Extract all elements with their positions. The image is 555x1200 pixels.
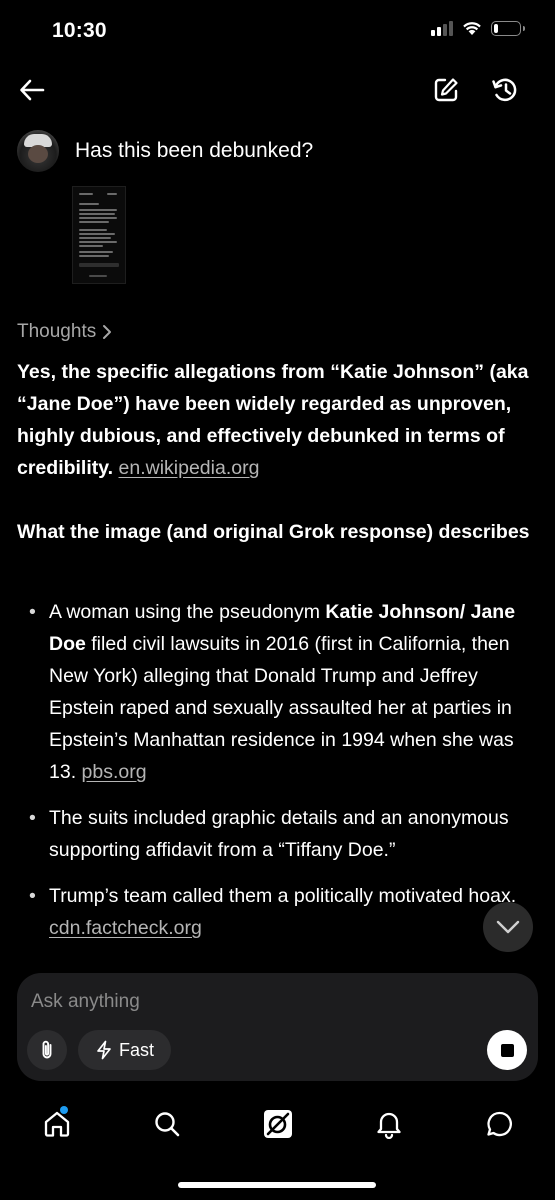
lightning-icon: [97, 1040, 111, 1060]
status-time: 10:30: [52, 19, 107, 42]
new-chat-button[interactable]: [430, 74, 462, 106]
search-icon: [155, 1112, 180, 1137]
status-bar: 10:30: [0, 0, 555, 60]
chat-bubble-icon: [487, 1111, 512, 1137]
compose-icon: [434, 78, 458, 102]
composer: Fast: [17, 973, 538, 1081]
ask-input[interactable]: [31, 991, 511, 1013]
tab-notifications[interactable]: [369, 1104, 409, 1144]
grok-icon: [264, 1110, 292, 1138]
arrow-left-icon: [20, 79, 45, 101]
chevron-down-icon: [496, 920, 520, 934]
battery-level: [494, 23, 498, 33]
stop-icon: [500, 1043, 514, 1057]
user-message: Has this been debunked?: [75, 139, 314, 162]
tab-messages[interactable]: [480, 1104, 520, 1144]
cellular-signal-icon: [431, 20, 453, 36]
tab-home[interactable]: [37, 1104, 77, 1144]
section-heading: What the image (and original Grok respon…: [17, 521, 530, 543]
list-item: • Trump’s team called them a politically…: [0, 880, 519, 944]
history-icon: [492, 78, 517, 102]
tab-search[interactable]: [147, 1104, 187, 1144]
mode-label: Fast: [118, 1039, 154, 1060]
bullet-text: A woman using the pseudonym: [49, 601, 326, 623]
list-item: • A woman using the pseudonym Katie John…: [0, 596, 519, 788]
list-item: • The suits included graphic details and…: [0, 802, 519, 866]
paperclip-icon: [42, 1040, 52, 1059]
bottom-tab-bar: [0, 1100, 555, 1152]
bullet-dot: •: [29, 807, 36, 829]
attach-button[interactable]: [27, 1030, 67, 1070]
back-button[interactable]: [16, 74, 48, 106]
bullet-dot: •: [29, 885, 36, 907]
stop-button[interactable]: [487, 1030, 527, 1070]
tab-grok[interactable]: [258, 1104, 298, 1144]
attachment-thumbnail[interactable]: [72, 186, 126, 284]
bullet-dot: •: [29, 601, 36, 623]
thoughts-label: Thoughts: [17, 321, 97, 342]
source-link[interactable]: cdn.factcheck.org: [49, 917, 202, 939]
bullet-text: The suits included graphic details and a…: [49, 807, 509, 861]
source-link[interactable]: pbs.org: [82, 761, 147, 783]
bell-icon: [377, 1112, 401, 1139]
source-link[interactable]: en.wikipedia.org: [119, 457, 260, 479]
bullet-text: Trump’s team called them a politically m…: [49, 885, 517, 907]
thoughts-toggle[interactable]: Thoughts: [17, 321, 112, 343]
mode-selector-button[interactable]: Fast: [78, 1030, 171, 1070]
home-icon: [44, 1111, 70, 1137]
bullet-list: • A woman using the pseudonym Katie John…: [0, 596, 555, 964]
chevron-right-icon: [103, 325, 112, 339]
answer-text: Yes, the specific allegations from “Kati…: [17, 361, 529, 479]
battery-icon: [491, 20, 525, 36]
scroll-to-bottom-button[interactable]: [483, 902, 533, 952]
wifi-icon: [463, 22, 481, 35]
answer-paragraph: Yes, the specific allegations from “Kati…: [17, 356, 537, 484]
home-badge: [60, 1106, 68, 1114]
history-button[interactable]: [489, 74, 521, 106]
status-icons: [431, 20, 525, 36]
avatar-face: [28, 145, 48, 163]
user-avatar[interactable]: [17, 130, 59, 172]
home-indicator: [178, 1182, 376, 1188]
